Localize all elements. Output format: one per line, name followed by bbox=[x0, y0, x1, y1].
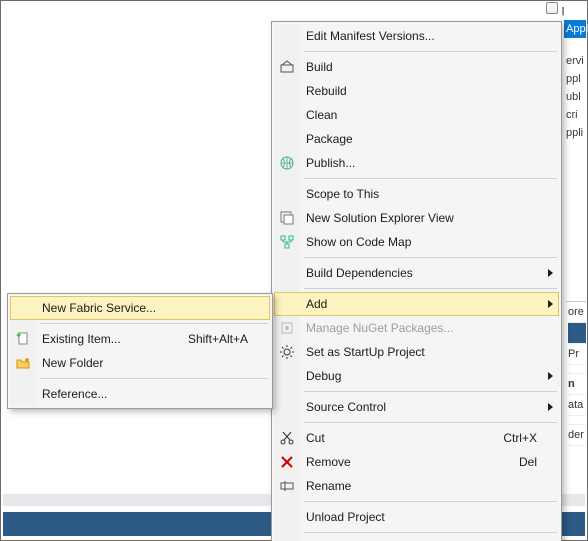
add[interactable]: Add bbox=[274, 292, 559, 316]
edit-manifest-versions[interactable]: Edit Manifest Versions... bbox=[274, 24, 559, 48]
existing-item[interactable]: + Existing Item... Shift+Alt+A bbox=[10, 327, 270, 351]
open-folder-in-file-explorer[interactable]: Open Folder in File Explorer bbox=[274, 536, 559, 541]
menu-label: Source Control bbox=[306, 400, 386, 414]
new-solution-explorer-view[interactable]: New Solution Explorer View bbox=[274, 206, 559, 230]
shortcut: Ctrl+X bbox=[503, 431, 537, 445]
menu-label: Build Dependencies bbox=[306, 266, 413, 280]
remove-icon bbox=[278, 453, 296, 471]
menu-label: Build bbox=[306, 60, 333, 74]
menu-label: New Folder bbox=[42, 356, 103, 370]
rename[interactable]: Rename bbox=[274, 474, 559, 498]
menu-label: Show on Code Map bbox=[306, 235, 411, 249]
menu-label: New Solution Explorer View bbox=[306, 211, 454, 225]
debug[interactable]: Debug bbox=[274, 364, 559, 388]
scope-to-this[interactable]: Scope to This bbox=[274, 182, 559, 206]
menu-label: Debug bbox=[306, 369, 341, 383]
show-on-code-map[interactable]: Show on Code Map bbox=[274, 230, 559, 254]
gear-icon bbox=[278, 343, 296, 361]
menu-label: Unload Project bbox=[306, 510, 385, 524]
new-folder-icon bbox=[14, 354, 32, 372]
shortcut: Shift+Alt+A bbox=[188, 332, 248, 346]
remove[interactable]: Remove Del bbox=[274, 450, 559, 474]
build-dependencies[interactable]: Build Dependencies bbox=[274, 261, 559, 285]
submenu-arrow-icon bbox=[548, 372, 553, 380]
cut[interactable]: Cut Ctrl+X bbox=[274, 426, 559, 450]
menu-label: Rename bbox=[306, 479, 351, 493]
new-folder[interactable]: New Folder bbox=[10, 351, 270, 375]
build[interactable]: Build bbox=[274, 55, 559, 79]
menu-label: Clean bbox=[306, 108, 337, 122]
menu-label: Edit Manifest Versions... bbox=[306, 29, 435, 43]
shortcut: Del bbox=[519, 455, 537, 469]
right-panel-partial: ore Pr n ata der bbox=[566, 301, 586, 501]
rename-icon bbox=[278, 477, 296, 495]
project-context-menu: Edit Manifest Versions... Build Rebuild … bbox=[271, 21, 562, 541]
cut-icon bbox=[278, 429, 296, 447]
menu-label: Publish... bbox=[306, 156, 355, 170]
menu-label: Manage NuGet Packages... bbox=[306, 321, 453, 335]
source-control[interactable]: Source Control bbox=[274, 395, 559, 419]
publish[interactable]: Publish... bbox=[274, 151, 559, 175]
set-as-startup-project[interactable]: Set as StartUp Project bbox=[274, 340, 559, 364]
add-submenu: New Fabric Service... + Existing Item...… bbox=[7, 293, 273, 409]
submenu-arrow-icon bbox=[548, 300, 553, 308]
submenu-arrow-icon bbox=[548, 269, 553, 277]
build-icon bbox=[278, 58, 296, 76]
solution-explorer-partial: Applic ervi ppl ubl cri ppli bbox=[564, 2, 586, 302]
manage-nuget-packages: Manage NuGet Packages... bbox=[274, 316, 559, 340]
menu-label: Add bbox=[306, 297, 327, 311]
submenu-arrow-icon bbox=[548, 403, 553, 411]
svg-text:+: + bbox=[16, 331, 21, 340]
clean[interactable]: Clean bbox=[274, 103, 559, 127]
rebuild[interactable]: Rebuild bbox=[274, 79, 559, 103]
menu-label: Existing Item... bbox=[42, 332, 121, 346]
existing-item-icon: + bbox=[14, 330, 32, 348]
reference[interactable]: Reference... bbox=[10, 382, 270, 406]
menu-label: Reference... bbox=[42, 387, 107, 401]
menu-label: Rebuild bbox=[306, 84, 347, 98]
publish-icon bbox=[278, 154, 296, 172]
package[interactable]: Package bbox=[274, 127, 559, 151]
menu-label: Cut bbox=[306, 431, 325, 445]
menu-label: Set as StartUp Project bbox=[306, 345, 425, 359]
code-map-icon bbox=[278, 233, 296, 251]
new-view-icon bbox=[278, 209, 296, 227]
new-fabric-service[interactable]: New Fabric Service... bbox=[10, 296, 270, 320]
menu-label: Remove bbox=[306, 455, 351, 469]
nuget-icon bbox=[278, 319, 296, 337]
menu-label: Package bbox=[306, 132, 353, 146]
menu-label: New Fabric Service... bbox=[42, 301, 156, 315]
menu-label: Scope to This bbox=[306, 187, 379, 201]
unload-project[interactable]: Unload Project bbox=[274, 505, 559, 529]
